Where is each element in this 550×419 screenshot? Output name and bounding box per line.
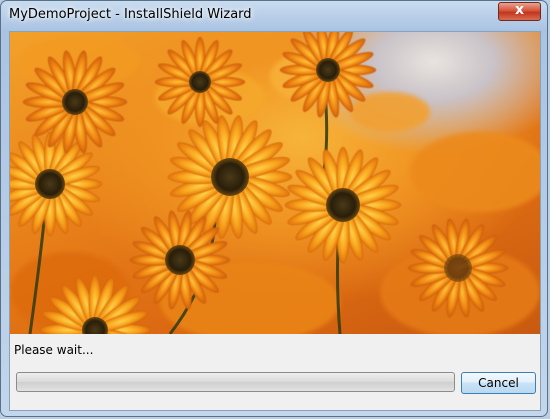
window-title: MyDemoProject - InstallShield Wizard xyxy=(9,7,252,22)
cancel-button[interactable]: Cancel xyxy=(461,372,536,394)
close-button[interactable]: x xyxy=(498,2,541,21)
dialog-client-area: Please wait... Cancel xyxy=(9,31,541,411)
installer-window: MyDemoProject - InstallShield Wizard x P… xyxy=(0,0,548,417)
title-bar[interactable]: MyDemoProject - InstallShield Wizard x xyxy=(1,1,547,31)
progress-bar xyxy=(16,372,455,392)
status-text: Please wait... xyxy=(14,343,94,357)
flower-field-image xyxy=(10,32,540,334)
banner-image xyxy=(10,32,540,334)
close-icon: x xyxy=(514,2,525,18)
